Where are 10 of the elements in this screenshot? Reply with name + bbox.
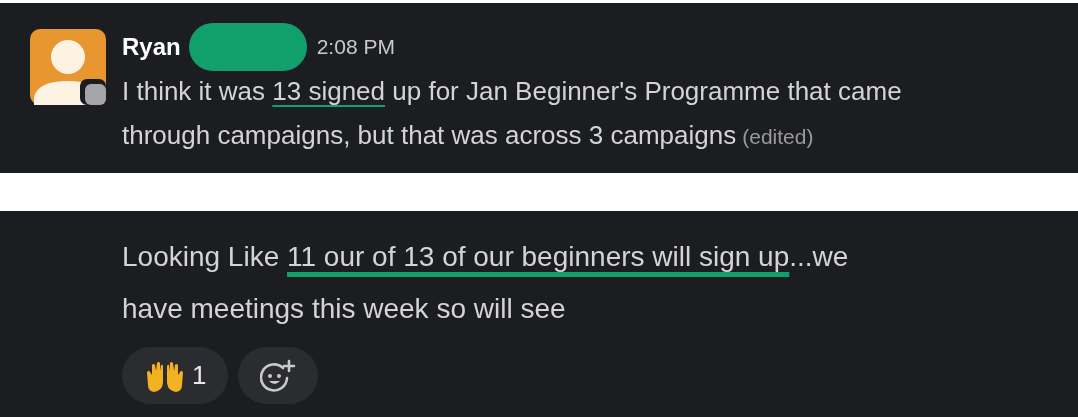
avatar-icon [30,29,106,105]
timestamp[interactable]: 2:08 PM [316,35,395,59]
add-reaction-icon [260,358,297,393]
message-text: Looking Like 11 our of 13 of our beginners will sign up...we [122,240,849,274]
message-text: have meetings this week so will see [122,292,567,326]
message-text: through campaigns, but that was across 3 campaigns (edited) [122,119,815,152]
message-text: I think it was 13 signed up for Jan Beginner's Programme that came [122,75,902,108]
reaction-button[interactable]: 1 [122,347,229,404]
author-name[interactable]: Ryan [122,33,181,61]
edited-label: (edited) [742,125,814,148]
